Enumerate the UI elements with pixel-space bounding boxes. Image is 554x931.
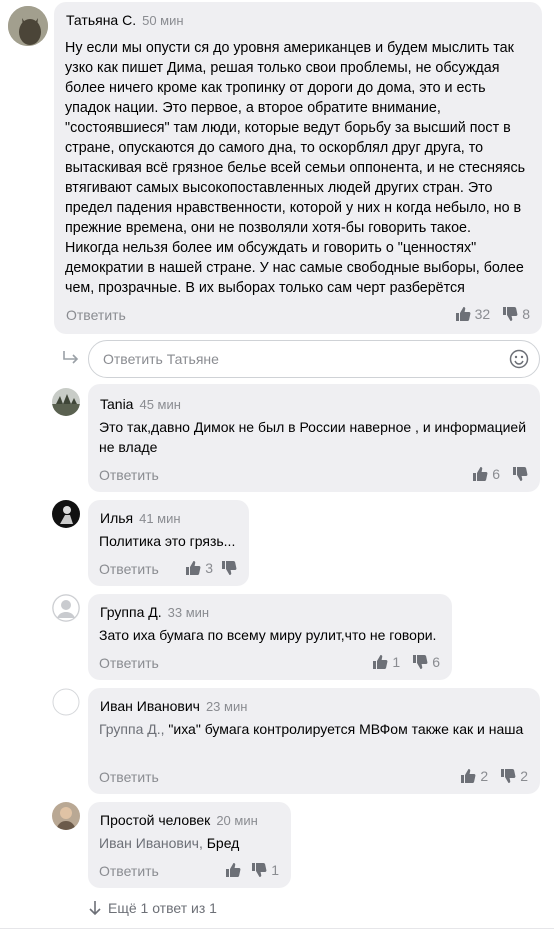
like-count: 2 [480, 768, 489, 784]
reply-author[interactable]: Иван Иванович [100, 698, 200, 714]
arrow-down-icon [89, 901, 101, 916]
like-button[interactable]: 2 [460, 768, 488, 784]
reply-time: 23 мин [205, 699, 248, 714]
mention-link[interactable]: Группа Д., [99, 721, 165, 737]
reply-button[interactable]: Ответить [99, 655, 159, 671]
reply-time: 33 мин [167, 605, 210, 620]
reply-input-box [88, 340, 540, 378]
dislike-count: 1 [271, 862, 279, 878]
reply-text: Это так,давно Димок не был в России наве… [99, 419, 527, 455]
dislike-count: 2 [520, 768, 528, 784]
reply-bubble: Tania 45 мин Это так,давно Димок не был в… [88, 384, 540, 492]
like-count: 6 [492, 466, 500, 482]
dislike-button[interactable]: 2 [500, 768, 528, 784]
thumb-up-icon [225, 862, 241, 878]
reply-input[interactable] [103, 341, 483, 377]
like-button[interactable]: 6 [472, 466, 500, 482]
avatar[interactable] [52, 388, 80, 416]
more-replies-button[interactable]: Ещё 1 ответ из 1 [88, 900, 217, 916]
vote-bar: 2 2 [460, 768, 528, 784]
divider [0, 928, 554, 929]
reply-bubble: Группа Д. 33 мин Зато иха бумага по всему… [88, 594, 452, 680]
reply-arrow-icon [63, 351, 79, 364]
thumb-up-icon [455, 306, 471, 322]
thumb-up-icon [185, 560, 201, 576]
dislike-button[interactable] [221, 560, 237, 576]
thumb-up-icon [472, 466, 488, 482]
thumb-down-icon [512, 466, 528, 482]
like-count: 3 [205, 560, 213, 576]
like-button[interactable] [225, 862, 241, 878]
reply-author[interactable]: Простой человек [100, 812, 210, 828]
dislike-button[interactable]: 1 [251, 862, 279, 878]
reply-bubble: Простой человек 20 мин Иван Иванович, Бре… [88, 802, 291, 888]
thumb-down-icon [221, 560, 237, 576]
reply-bubble: Иван Иванович 23 мин Группа Д., "иха" бум… [88, 688, 540, 794]
reply-text: Политика это грязь... [99, 533, 236, 549]
dislike-count: 6 [432, 654, 440, 670]
reply-author[interactable]: Группа Д. [100, 604, 162, 620]
comment-time: 50 мин [142, 13, 184, 28]
avatar[interactable] [52, 802, 80, 830]
vote-bar: 6 [472, 466, 528, 482]
avatar[interactable] [52, 500, 80, 528]
reply-text: Группа Д., "иха" бумага контролируется М… [99, 721, 524, 737]
avatar[interactable] [52, 688, 80, 716]
like-button[interactable]: 1 [372, 654, 400, 670]
thumb-down-icon [500, 768, 516, 784]
dislike-button[interactable] [512, 466, 528, 482]
reply-text: Иван Иванович, Бред [99, 835, 240, 851]
thumb-up-icon [372, 654, 388, 670]
emoji-icon[interactable] [509, 349, 529, 369]
avatar[interactable] [52, 594, 80, 622]
vote-bar: 32 8 [455, 306, 530, 322]
reply-time: 41 мин [139, 511, 181, 526]
reply-author[interactable]: Tania [100, 396, 133, 412]
reply-time: 20 мин [216, 813, 258, 828]
more-replies-label: Ещё 1 ответ из 1 [108, 900, 217, 916]
vote-bar: 3 [185, 560, 237, 576]
reply-bubble: Илья 41 мин Политика это грязь... Ответит… [88, 500, 249, 586]
reply-button[interactable]: Ответить [99, 769, 159, 785]
thumb-down-icon [412, 654, 428, 670]
dislike-button[interactable]: 6 [412, 654, 440, 670]
thumb-down-icon [251, 862, 267, 878]
dislike-button[interactable]: 8 [502, 306, 530, 322]
reply-button[interactable]: Ответить [99, 467, 159, 483]
mention-link[interactable]: Иван Иванович, [99, 835, 203, 851]
reply-button[interactable]: Ответить [99, 863, 159, 879]
reply-time: 45 мин [139, 397, 181, 412]
reply-button[interactable]: Ответить [66, 307, 126, 323]
like-button[interactable]: 32 [455, 306, 491, 322]
comment-bubble: Татьяна С. 50 мин Ну если мы опусти ся до… [54, 2, 542, 334]
reply-button[interactable]: Ответить [99, 561, 159, 577]
comment-author[interactable]: Татьяна С. [66, 12, 136, 28]
like-count: 32 [474, 306, 491, 322]
vote-bar: 1 [225, 862, 279, 878]
reply-author[interactable]: Илья [100, 510, 133, 526]
like-button[interactable]: 3 [185, 560, 213, 576]
like-count: 1 [392, 654, 401, 670]
reply-text: Зато иха бумага по всему миру рулит,что … [99, 627, 437, 643]
comment-text: Ну если мы опусти ся до уровня американц… [65, 40, 526, 296]
avatar[interactable] [8, 6, 48, 46]
dislike-count: 8 [522, 306, 530, 322]
thumb-up-icon [460, 768, 476, 784]
vote-bar: 1 6 [372, 654, 440, 670]
thumb-down-icon [502, 306, 518, 322]
